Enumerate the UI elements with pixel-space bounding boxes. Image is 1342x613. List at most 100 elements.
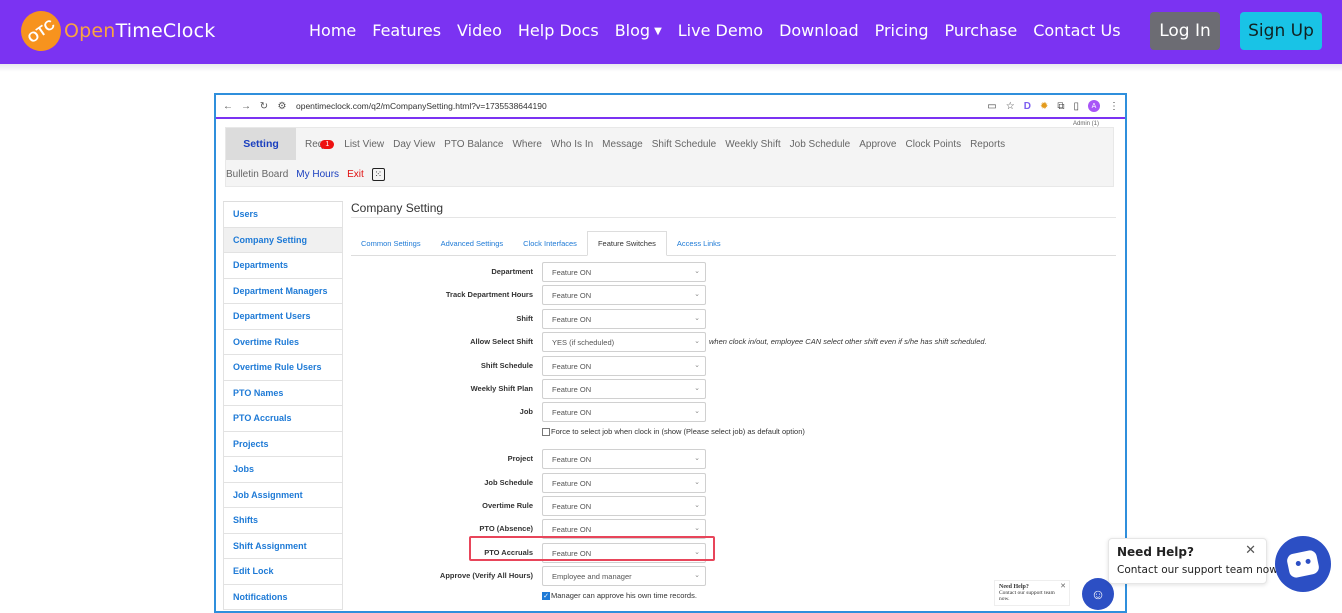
- site-settings-icon: ⚙: [277, 100, 287, 112]
- site-logo[interactable]: OTC OpenTimeClock: [13, 3, 215, 59]
- chevron-down-icon: ⌄: [694, 479, 700, 486]
- select-value: Feature ON: [552, 384, 592, 394]
- setting-label: Allow Select Shift: [470, 337, 533, 346]
- caret-down-icon: ▼: [654, 26, 662, 37]
- tab-reports: Reports: [970, 138, 1006, 150]
- page-title: Company Setting: [351, 201, 444, 215]
- setting-row-project: Project Feature ON ⌄: [351, 449, 1116, 469]
- nav-contact-us[interactable]: Contact Us: [1033, 21, 1120, 40]
- select-value: Feature ON: [552, 407, 592, 417]
- select-value: Feature ON: [552, 267, 592, 277]
- select-value: Feature ON: [552, 478, 592, 488]
- settings-side-menu: Users Company Setting Departments Depart…: [223, 201, 343, 610]
- tab-approve: Approve: [859, 138, 897, 150]
- chevron-down-icon: ⌄: [694, 291, 700, 298]
- checkbox-label: Force to select job when clock in (show …: [551, 427, 805, 436]
- setting-select: Feature ON ⌄: [542, 356, 706, 376]
- tab-setting: Setting: [226, 128, 296, 160]
- side-item-department-managers: Department Managers: [223, 278, 343, 304]
- app-nav: Setting Req 1 List View Day View PTO Bal…: [225, 127, 1114, 187]
- extensions-icon: ⧉: [1057, 100, 1065, 112]
- setting-select: Feature ON ⌄: [542, 496, 706, 516]
- embedded-help-card: Need Help? Contact our support team now.…: [994, 580, 1070, 606]
- setting-note: when clock in/out, employee CAN select o…: [709, 337, 987, 346]
- tab-exit: Exit: [347, 169, 364, 180]
- chatbot-button[interactable]: [1275, 536, 1331, 592]
- signup-button[interactable]: Sign Up: [1240, 12, 1322, 50]
- help-popup[interactable]: Need Help? Contact our support team now.…: [1108, 538, 1280, 584]
- setting-row-pto-absence: PTO (Absence) Feature ON ⌄: [351, 519, 1116, 539]
- setting-select: Feature ON ⌄: [542, 262, 706, 282]
- browser-toolbar: ← → ↻ ⚙ opentimeclock.com/q2/mCompanySet…: [216, 95, 1125, 119]
- side-item-jobs: Jobs: [223, 457, 343, 483]
- avatar: A: [1088, 100, 1100, 112]
- job-force-select-checkbox: Force to select job when clock in (show …: [542, 427, 805, 436]
- main-nav: Home Features Video Help Docs Blog ▼ Live…: [309, 21, 1137, 40]
- subtab-advanced-settings: Advanced Settings: [440, 238, 504, 248]
- chevron-down-icon: ⌄: [694, 502, 700, 509]
- chevron-down-icon: ⌄: [694, 385, 700, 392]
- setting-row-job: Job Feature ON ⌄: [351, 402, 1116, 422]
- tab-list-view: List View: [344, 138, 385, 150]
- close-icon[interactable]: ✕: [1245, 542, 1256, 558]
- setting-label: Job Schedule: [484, 478, 533, 487]
- setting-label: Shift: [516, 314, 533, 323]
- setting-label: Weekly Shift Plan: [470, 384, 533, 393]
- back-icon: ←: [223, 100, 233, 112]
- tab-who-is-in: Who Is In: [550, 138, 594, 150]
- setting-label: Department: [491, 267, 533, 276]
- chevron-down-icon: ⌄: [694, 268, 700, 275]
- nav-home[interactable]: Home: [309, 21, 356, 40]
- setting-row-department: Department Feature ON ⌄: [351, 262, 1116, 282]
- nav-video[interactable]: Video: [457, 21, 502, 40]
- login-button[interactable]: Log In: [1150, 12, 1220, 50]
- checkbox-label: Manager can approve his own time records…: [551, 591, 697, 600]
- tab-shift-schedule: Shift Schedule: [651, 138, 717, 150]
- nav-blog[interactable]: Blog ▼: [615, 21, 662, 40]
- nav-features[interactable]: Features: [372, 21, 441, 40]
- tab-where: Where: [512, 138, 542, 150]
- chatbot-icon: [1285, 549, 1321, 579]
- nav-help-docs[interactable]: Help Docs: [518, 21, 599, 40]
- setting-row-overtime-rule: Overtime Rule Feature ON ⌄: [351, 496, 1116, 516]
- subtab-common-settings: Common Settings: [361, 238, 421, 248]
- url-bar: opentimeclock.com/q2/mCompanySetting.htm…: [296, 101, 547, 111]
- setting-label: Job: [519, 407, 533, 416]
- side-item-pto-accruals: PTO Accruals: [223, 406, 343, 432]
- checkbox-unchecked: [542, 427, 550, 436]
- company-setting-panel: Company Setting Common Settings Advanced…: [351, 201, 1116, 600]
- select-value: Feature ON: [552, 454, 592, 464]
- setting-label: Approve (Verify All Hours): [439, 571, 533, 580]
- side-item-shifts: Shifts: [223, 508, 343, 534]
- sub-tabs: Common Settings Advanced Settings Clock …: [351, 231, 1116, 256]
- close-icon: ✕: [1060, 582, 1066, 590]
- tab-bulletin-board: Bulletin Board: [226, 169, 289, 180]
- logo-badge: OTC: [13, 3, 69, 59]
- side-item-department-users: Department Users: [223, 304, 343, 330]
- setting-label: Overtime Rule: [482, 501, 533, 510]
- nav-live-demo[interactable]: Live Demo: [678, 21, 763, 40]
- side-item-departments: Departments: [223, 253, 343, 279]
- nav-pricing[interactable]: Pricing: [875, 21, 929, 40]
- star-icon: ☆: [1005, 100, 1015, 112]
- setting-select: Feature ON ⌄: [542, 449, 706, 469]
- site-header: OTC OpenTimeClock Home Features Video He…: [0, 0, 1342, 64]
- setting-row-job-schedule: Job Schedule Feature ON ⌄: [351, 473, 1116, 493]
- manager-approve-own-checkbox: ✓ Manager can approve his own time record…: [542, 591, 697, 600]
- nav-purchase[interactable]: Purchase: [945, 21, 1018, 40]
- setting-select: Feature ON ⌄: [542, 285, 706, 305]
- setting-select: Feature ON ⌄: [542, 402, 706, 422]
- sidebar-icon: ▯: [1073, 100, 1079, 112]
- setting-label: Track Department Hours: [445, 290, 533, 299]
- select-value: Feature ON: [552, 290, 592, 300]
- tab-pto-balance: PTO Balance: [444, 138, 504, 150]
- checkbox-checked: ✓: [542, 591, 550, 600]
- menu-dots-icon: ⋮: [1109, 100, 1119, 112]
- side-item-users: Users: [223, 202, 343, 228]
- subtab-feature-switches: Feature Switches: [586, 231, 667, 256]
- tab-job-schedule: Job Schedule: [789, 138, 851, 150]
- nav-download[interactable]: Download: [779, 21, 859, 40]
- select-value: Feature ON: [552, 524, 592, 534]
- embedded-help-subtitle: Contact our support team now.: [999, 590, 1055, 602]
- setting-row-shift: Shift Feature ON ⌄: [351, 309, 1116, 329]
